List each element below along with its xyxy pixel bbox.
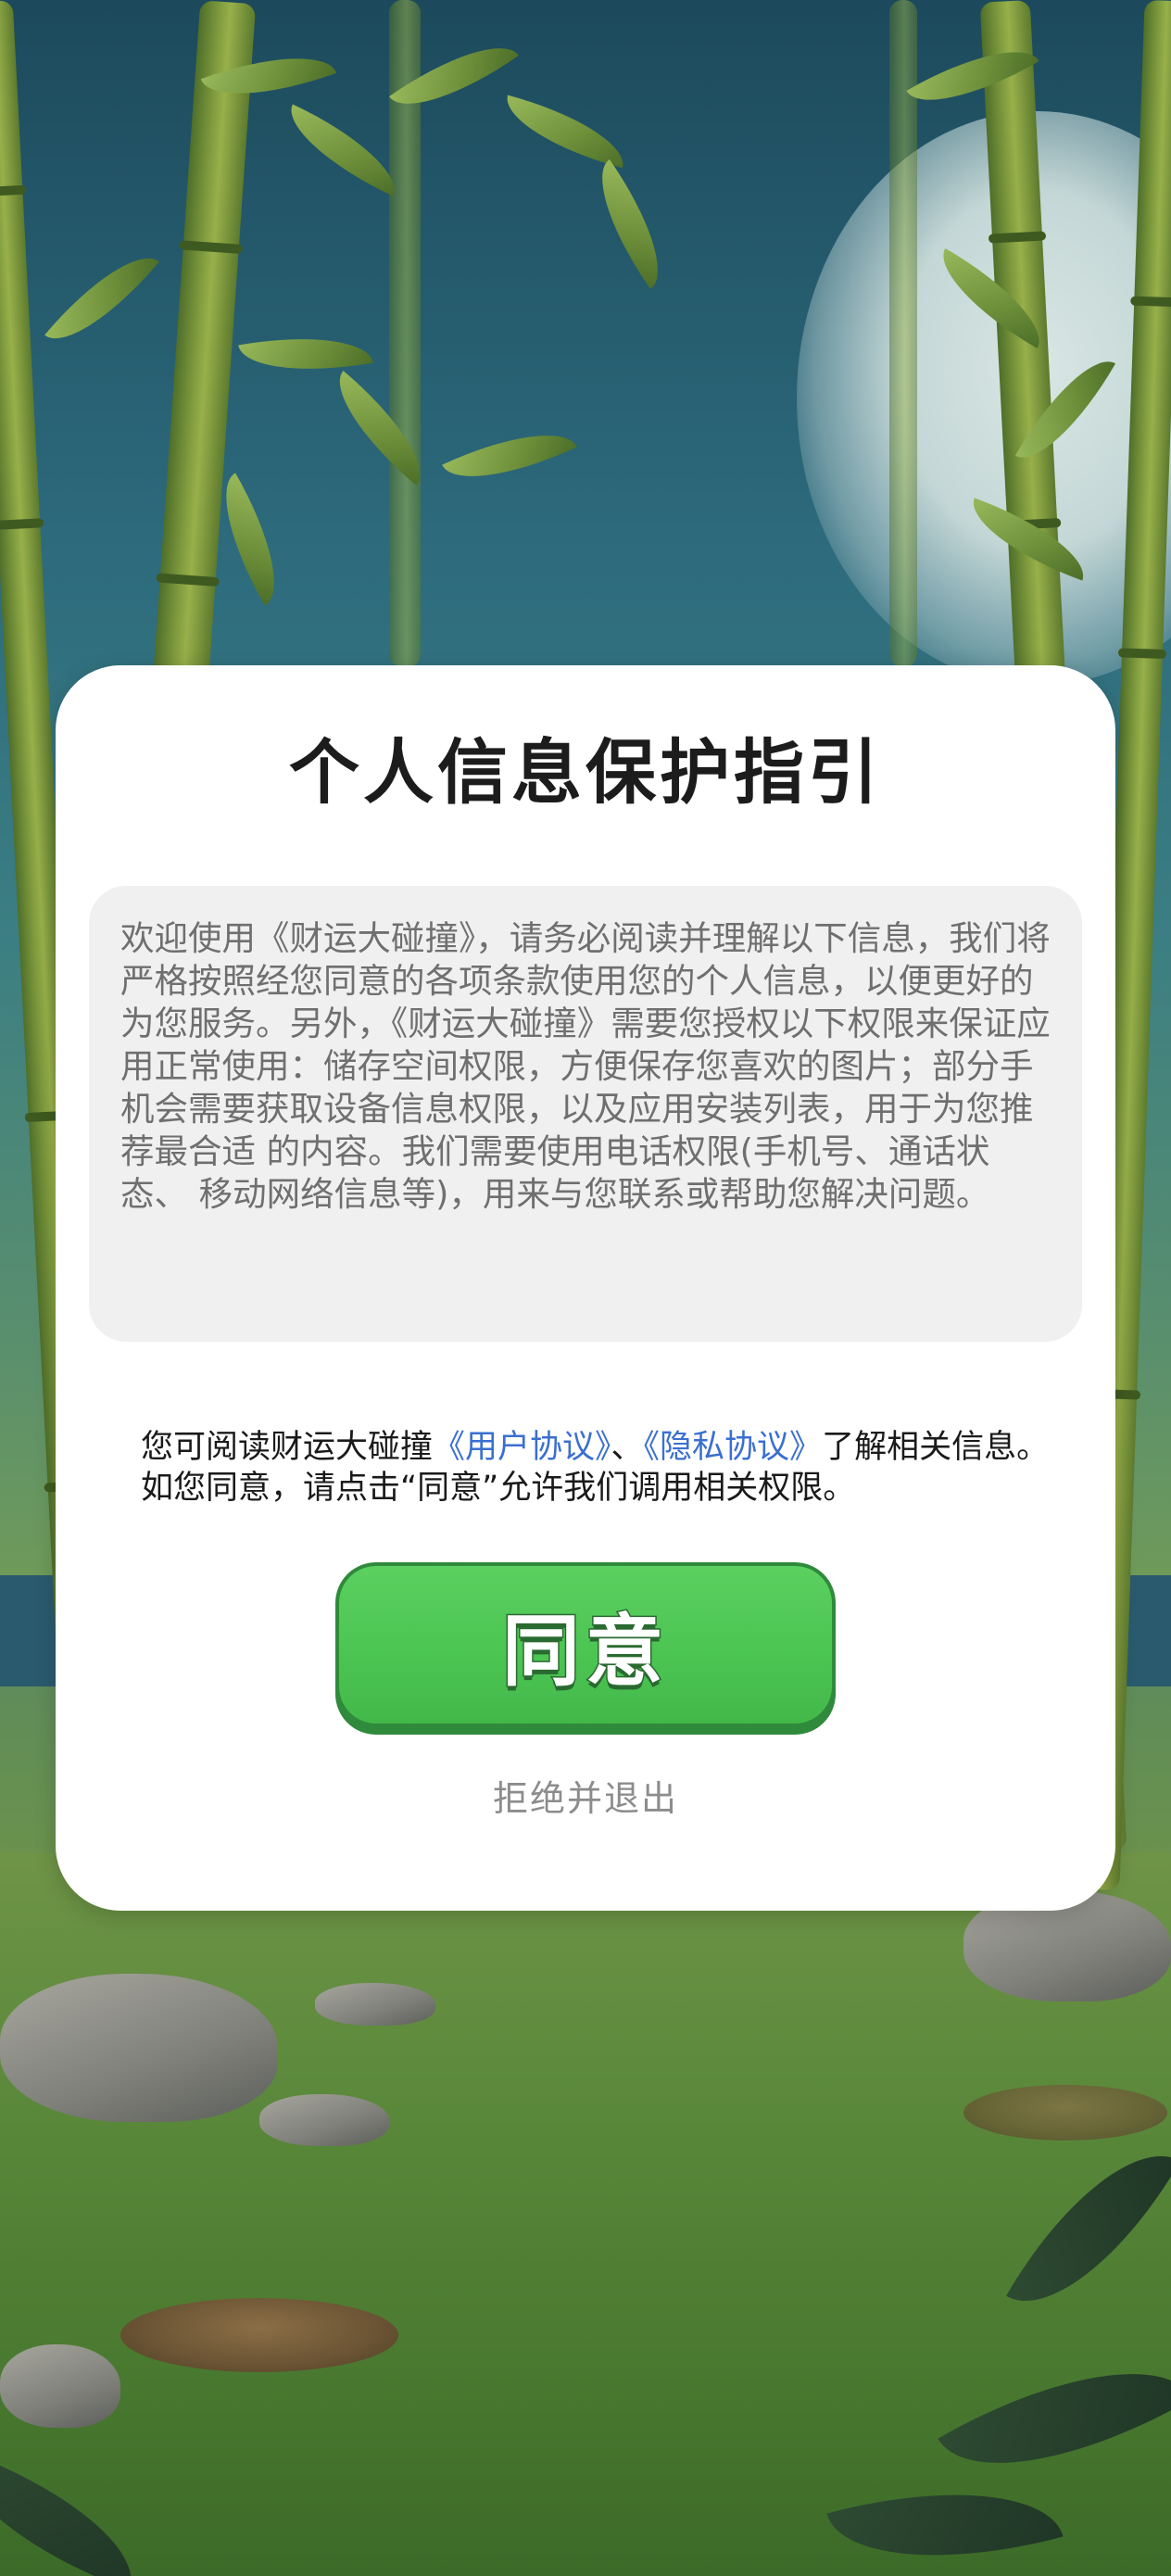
mole-hole <box>963 2085 1167 2140</box>
stone <box>259 2094 389 2146</box>
bamboo-stalk <box>889 0 917 667</box>
notice-prefix: 您可阅读财运大碰撞 <box>141 1429 434 1466</box>
privacy-text: 欢迎使用《财运大碰撞》，请务必阅读并理解以下信息，我们将严格按照经您同意的各项条… <box>120 918 1051 1214</box>
mole-hole <box>120 2298 398 2372</box>
stone <box>0 1974 278 2122</box>
agree-button[interactable]: 同意 <box>335 1562 836 1735</box>
user-agreement-link[interactable]: 《用户协议》 <box>433 1429 611 1466</box>
agree-button-label: 同意 <box>500 1604 669 1698</box>
privacy-dialog: 个人信息保护指引 欢迎使用《财运大碰撞》，请务必阅读并理解以下信息，我们将严格按… <box>56 665 1115 1911</box>
stone <box>0 2344 120 2428</box>
agreement-notice: 您可阅读财运大碰撞《用户协议》、《隐私协议》了解相关信息。如您同意，请点击“同意… <box>141 1427 1058 1509</box>
reject-and-exit-button[interactable]: 拒绝并退出 <box>56 1770 1115 1821</box>
stone <box>315 1983 435 2026</box>
dialog-title: 个人信息保护指引 <box>289 731 882 814</box>
notice-separator: 、 <box>611 1429 644 1466</box>
agree-button-face: 同意 <box>339 1566 832 1724</box>
privacy-text-box: 欢迎使用《财运大碰撞》，请务必阅读并理解以下信息，我们将严格按照经您同意的各项条… <box>89 886 1082 1342</box>
privacy-agreement-link[interactable]: 《隐私协议》 <box>644 1429 823 1466</box>
